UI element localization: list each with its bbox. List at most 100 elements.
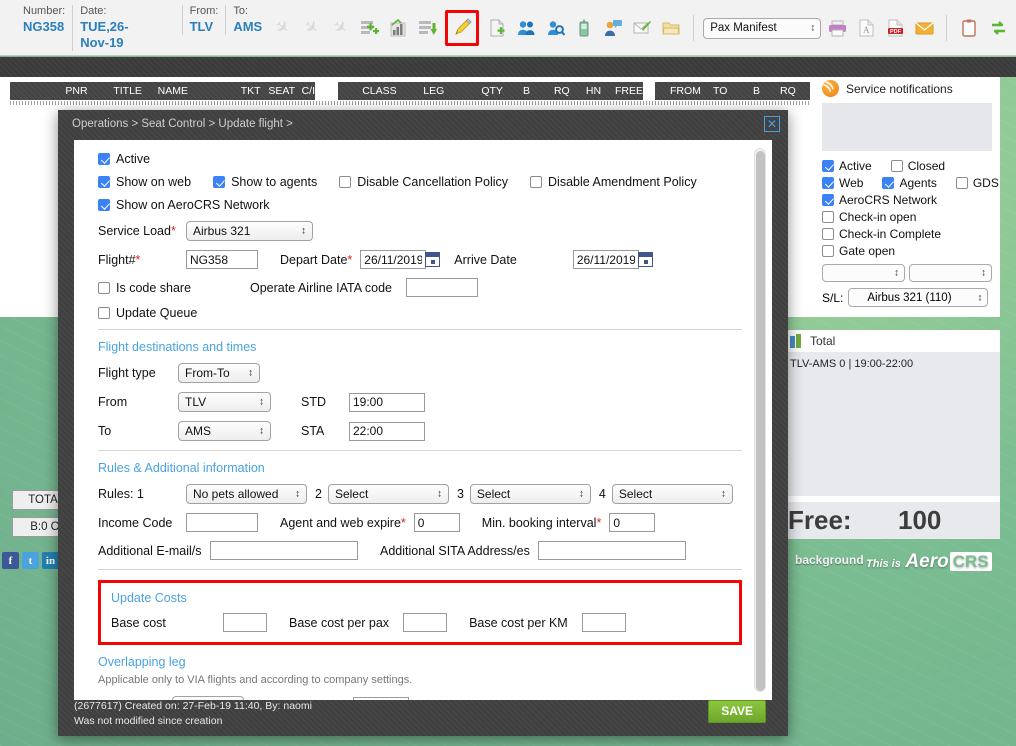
facebook-icon[interactable]: f bbox=[2, 552, 19, 569]
checkbox-gds[interactable] bbox=[955, 177, 968, 189]
additional-sita-input[interactable] bbox=[537, 541, 686, 560]
twitter-icon[interactable]: t bbox=[22, 552, 39, 569]
checkbox-code-share[interactable] bbox=[98, 281, 110, 294]
checkbox-web[interactable] bbox=[822, 177, 834, 189]
status-selects bbox=[822, 263, 1000, 282]
search-user-icon[interactable] bbox=[542, 14, 568, 42]
mini-select-right[interactable] bbox=[909, 264, 992, 282]
plane-arrive-icon[interactable]: ✈ bbox=[321, 9, 359, 47]
disable-cancellation-group[interactable]: Disable Cancellation Policy bbox=[339, 175, 508, 189]
send-mail-icon[interactable] bbox=[629, 14, 655, 42]
label-closed: Closed bbox=[907, 159, 946, 173]
checkbox-show-to-agents[interactable] bbox=[213, 176, 226, 188]
from-label: From bbox=[98, 395, 128, 409]
pdf-icon[interactable]: PDF bbox=[882, 14, 908, 42]
email-icon[interactable] bbox=[911, 14, 937, 42]
linkedin-icon[interactable]: in bbox=[42, 552, 59, 569]
chart-icon[interactable] bbox=[385, 14, 411, 42]
show-to-agents-group[interactable]: Show to agents bbox=[213, 175, 317, 189]
to-select[interactable]: AMS bbox=[178, 421, 271, 441]
rule3-select[interactable]: Select bbox=[469, 484, 591, 504]
download-list-icon[interactable] bbox=[414, 14, 440, 42]
totals-list: TLV-AMS 0 | 19:00-22:00 bbox=[786, 352, 1000, 496]
print-icon[interactable] bbox=[824, 14, 850, 42]
flight-date-label: Date: bbox=[80, 4, 107, 17]
sl-label: S/L: bbox=[822, 290, 844, 305]
service-load-select[interactable]: Airbus 321 bbox=[186, 221, 313, 241]
refresh-icon[interactable] bbox=[985, 14, 1011, 42]
base-cost-per-km-label: Base cost per KM bbox=[469, 615, 568, 630]
base-cost-input[interactable] bbox=[223, 613, 267, 632]
folder-icon[interactable] bbox=[658, 14, 684, 42]
base-cost-per-km-input[interactable] bbox=[581, 613, 626, 632]
checkbox-disable-amendment[interactable] bbox=[530, 176, 543, 188]
checkbox-show-on-web[interactable] bbox=[98, 176, 110, 188]
checkbox-aerocrs-network[interactable] bbox=[822, 194, 834, 206]
iata-code-input[interactable] bbox=[405, 278, 478, 297]
checkbox-checkin-complete[interactable] bbox=[822, 228, 834, 240]
min-booking-input[interactable] bbox=[609, 513, 656, 532]
disable-amendment-group[interactable]: Disable Amendment Policy bbox=[530, 175, 697, 189]
agent-expire-label: Agent and web expire* bbox=[280, 515, 406, 530]
income-code-input[interactable] bbox=[186, 513, 258, 532]
active-checkbox-group[interactable]: Active bbox=[98, 152, 150, 166]
code-share-group[interactable]: Is code share bbox=[98, 281, 228, 295]
checkbox-agents[interactable] bbox=[882, 177, 895, 189]
show-on-web-group[interactable]: Show on web bbox=[98, 175, 191, 189]
agent-expire-input[interactable] bbox=[413, 513, 460, 532]
flight-from-value: TLV bbox=[189, 18, 214, 34]
checkbox-update-queue[interactable] bbox=[98, 307, 110, 319]
divider-1 bbox=[98, 329, 742, 330]
add-list-icon[interactable] bbox=[356, 14, 382, 42]
rule1-select[interactable]: No pets allowed bbox=[186, 484, 307, 504]
show-aerocrs-network-group[interactable]: Show on AeroCRS Network bbox=[98, 198, 270, 212]
toolbar-divider-2 bbox=[946, 15, 948, 41]
modal-scrollbar-track[interactable] bbox=[754, 148, 766, 692]
passengers-icon[interactable] bbox=[513, 14, 539, 42]
additional-email-input[interactable] bbox=[210, 541, 358, 560]
agent-icon[interactable] bbox=[600, 14, 626, 42]
checkbox-show-aerocrs-network[interactable] bbox=[98, 199, 110, 211]
depart-date-input[interactable] bbox=[360, 250, 427, 269]
calendar-icon-depart[interactable] bbox=[425, 252, 441, 267]
modal-scrollbar-thumb[interactable] bbox=[756, 151, 765, 691]
checkbox-active-flight[interactable] bbox=[98, 153, 110, 165]
background-note: background bbox=[795, 553, 864, 567]
checkbox-closed[interactable] bbox=[890, 160, 903, 172]
edit-pencil-icon[interactable] bbox=[449, 14, 475, 42]
iata-code-label: Operate Airline IATA code bbox=[250, 280, 392, 295]
col-title: TITLE bbox=[113, 85, 142, 97]
calendar-icon-arrive[interactable] bbox=[637, 252, 653, 267]
created-info-line1: (2677617) Created on: 27-Feb-19 11:40, B… bbox=[74, 700, 312, 712]
arrive-date-label: Arrive Date bbox=[454, 252, 517, 267]
sl-select[interactable]: Airbus 321 (110) bbox=[848, 288, 989, 307]
col-seat: SEAT bbox=[268, 85, 296, 97]
close-icon[interactable]: ✕ bbox=[764, 116, 780, 132]
row-aerocrs-network: Show on AeroCRS Network bbox=[98, 198, 742, 212]
text-file-icon[interactable]: A bbox=[853, 14, 879, 42]
mini-select-left[interactable] bbox=[822, 264, 905, 282]
flight-from-field: From: TLV bbox=[181, 4, 226, 35]
std-input[interactable] bbox=[349, 392, 425, 412]
checkbox-gate-open[interactable] bbox=[822, 245, 834, 257]
from-select[interactable]: TLV bbox=[178, 392, 271, 412]
free-label: Free: bbox=[788, 505, 852, 535]
row-service-load: Service Load* Airbus 321 bbox=[98, 221, 742, 241]
mobile-icon[interactable] bbox=[571, 14, 597, 42]
update-queue-group[interactable]: Update Queue bbox=[98, 306, 197, 320]
rule2-select[interactable]: Select bbox=[327, 484, 449, 504]
save-button[interactable]: SAVE bbox=[708, 700, 766, 723]
flight-info-group: Number: NG358 Date: TUE,26-Nov-19 From: … bbox=[8, 4, 269, 52]
clipboard-icon[interactable] bbox=[956, 14, 982, 42]
checkbox-active[interactable] bbox=[822, 160, 834, 172]
sta-input[interactable] bbox=[349, 421, 425, 441]
arrive-date-input[interactable] bbox=[572, 250, 639, 269]
flight-no-input[interactable] bbox=[186, 250, 258, 269]
new-document-icon[interactable] bbox=[484, 14, 510, 42]
checkbox-checkin-open[interactable] bbox=[822, 211, 834, 223]
rule4-select[interactable]: Select bbox=[611, 484, 733, 504]
report-select[interactable]: Pax Manifest bbox=[703, 17, 822, 39]
flight-type-select[interactable]: From-To bbox=[178, 363, 260, 383]
checkbox-disable-cancellation[interactable] bbox=[339, 176, 352, 188]
base-cost-per-pax-input[interactable] bbox=[403, 613, 448, 632]
